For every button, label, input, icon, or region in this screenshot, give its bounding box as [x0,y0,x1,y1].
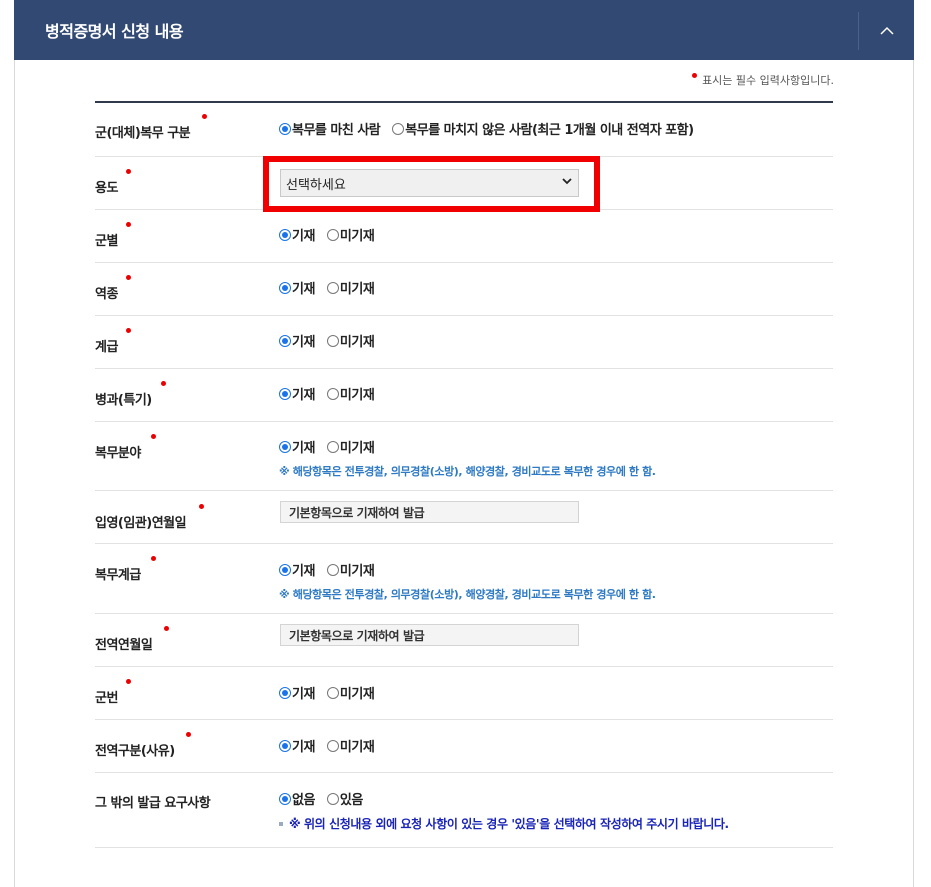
radio-unselected-icon [326,281,339,294]
panel-title: 병적증명서 신청 내용 [45,22,184,41]
bullet-icon [279,821,283,826]
radio-category-include[interactable]: 기재 [279,278,315,297]
radio-unselected-icon [326,228,339,241]
radio-group-service-number: 기재 미기재 [279,683,386,702]
radio-selected-icon [279,228,291,241]
radio-unselected-icon [392,122,405,135]
radio-group-service-type: 복무를 마친 사람 복무를 마치지 않은 사람(최근 1개월 이내 전역자 포함… [279,119,706,138]
row-other-requests: 그 밖의 발급 요구사항 없음 있음 ※ 위의 신청내용 외에 요청 사항이 있… [95,773,833,848]
hint-other-requests: ※ 위의 신청내용 외에 요청 사항이 있는 경우 '있음'을 선택하여 작성하… [279,815,729,832]
row-branch: 군별 기재 미기재 [95,210,833,263]
radio-field-include[interactable]: 기재 [279,437,315,456]
radio-selected-icon [279,334,291,347]
radio-service-rank-include[interactable]: 기재 [279,560,315,579]
radio-group-service-field: 기재 미기재 [279,437,386,456]
radio-reason-exclude[interactable]: 미기재 [326,736,375,755]
row-service-field: 복무분야 기재 미기재 ※ 해당항목은 전투경찰, 의무경찰(소방), 해양경찰… [95,422,833,491]
label-other-requests: 그 밖의 발급 요구사항 [95,796,211,811]
radio-field-exclude[interactable]: 미기재 [326,437,375,456]
required-note-text: 표시는 필수 입력사항입니다. [702,74,834,87]
row-service-category: 역종 기재 미기재 [95,263,833,316]
row-discharge-date: 전역연월일 기본항목으로 기재하여 발급 [95,614,833,667]
radio-group-other-requests: 없음 있음 [279,789,375,808]
row-service-type: 군(대체)복무 구분 복무를 마친 사람 복무를 마치지 않은 사람(최근 1개… [95,103,833,157]
radio-selected-icon [279,440,291,453]
row-specialty: 병과(특기) 기재 미기재 [95,369,833,422]
radio-group-service-category: 기재 미기재 [279,278,386,297]
radio-group-branch: 기재 미기재 [279,225,386,244]
radio-selected-icon [279,792,291,805]
label-service-field: 복무분야 [95,434,156,461]
row-service-number: 군번 기재 미기재 [95,667,833,720]
row-rank: 계급 기재 미기재 [95,316,833,369]
radio-unselected-icon [326,334,339,347]
chevron-up-icon [879,26,894,35]
radio-number-exclude[interactable]: 미기재 [326,683,375,702]
radio-unselected-icon [326,387,339,400]
label-enlist-date: 입영(임관)연월일 [95,504,204,531]
row-enlist-date: 입영(임관)연월일 기본항목으로 기재하여 발급 [95,491,833,544]
panel-header: 병적증명서 신청 내용 [14,0,914,60]
radio-unselected-icon [326,792,339,805]
radio-selected-icon [279,281,291,294]
radio-specialty-exclude[interactable]: 미기재 [326,384,375,403]
label-service-category: 역종 [95,275,131,302]
application-form: 군(대체)복무 구분 복무를 마친 사람 복무를 마치지 않은 사람(최근 1개… [95,101,833,848]
radio-selected-icon [279,686,291,699]
label-service-type: 군(대체)복무 구분 [95,114,207,141]
radio-reason-include[interactable]: 기재 [279,736,315,755]
radio-selected-icon [279,739,291,752]
radio-group-specialty: 기재 미기재 [279,384,386,403]
radio-category-exclude[interactable]: 미기재 [326,278,375,297]
hint-service-field: ※ 해당항목은 전투경찰, 의무경찰(소방), 해양경찰, 경비교도로 복무한 … [279,465,656,478]
radio-selected-icon [279,563,291,576]
radio-service-rank-exclude[interactable]: 미기재 [326,560,375,579]
row-service-rank: 복무계급 기재 미기재 ※ 해당항목은 전투경찰, 의무경찰(소방), 해양경찰… [95,544,833,614]
radio-group-rank: 기재 미기재 [279,331,386,350]
required-note: 표시는 필수 입력사항입니다. [692,72,834,88]
label-service-rank: 복무계급 [95,556,156,583]
enlist-date-readonly: 기본항목으로 기재하여 발급 [280,501,579,523]
hint-service-rank: ※ 해당항목은 전투경찰, 의무경찰(소방), 해양경찰, 경비교도로 복무한 … [279,588,656,601]
label-purpose: 용도 [95,169,131,196]
row-discharge-reason: 전역구분(사유) 기재 미기재 [95,720,833,773]
required-dot-icon [692,72,698,78]
radio-unselected-icon [326,563,339,576]
label-discharge-date: 전역연월일 [95,626,169,653]
label-branch: 군별 [95,222,131,249]
radio-service-not-completed[interactable]: 복무를 마치지 않은 사람(최근 1개월 이내 전역자 포함) [392,119,694,138]
radio-branch-exclude[interactable]: 미기재 [326,225,375,244]
highlight-box [263,156,600,212]
radio-service-completed[interactable]: 복무를 마친 사람 [279,119,381,138]
radio-unselected-icon [326,686,339,699]
label-service-number: 군번 [95,679,131,706]
label-specialty: 병과(특기) [95,381,166,408]
radio-rank-include[interactable]: 기재 [279,331,315,350]
radio-group-discharge-reason: 기재 미기재 [279,736,386,755]
radio-branch-include[interactable]: 기재 [279,225,315,244]
discharge-date-readonly: 기본항목으로 기재하여 발급 [280,624,579,646]
label-discharge-reason: 전역구분(사유) [95,732,191,759]
radio-requests-none[interactable]: 없음 [279,789,315,808]
radio-selected-icon [279,122,291,135]
radio-unselected-icon [326,739,339,752]
radio-specialty-include[interactable]: 기재 [279,384,315,403]
radio-selected-icon [279,387,291,400]
radio-unselected-icon [326,440,339,453]
radio-number-include[interactable]: 기재 [279,683,315,702]
radio-rank-exclude[interactable]: 미기재 [326,331,375,350]
collapse-button[interactable] [859,0,914,60]
radio-requests-yes[interactable]: 있음 [326,789,363,808]
radio-group-service-rank: 기재 미기재 [279,560,386,579]
label-rank: 계급 [95,328,131,355]
